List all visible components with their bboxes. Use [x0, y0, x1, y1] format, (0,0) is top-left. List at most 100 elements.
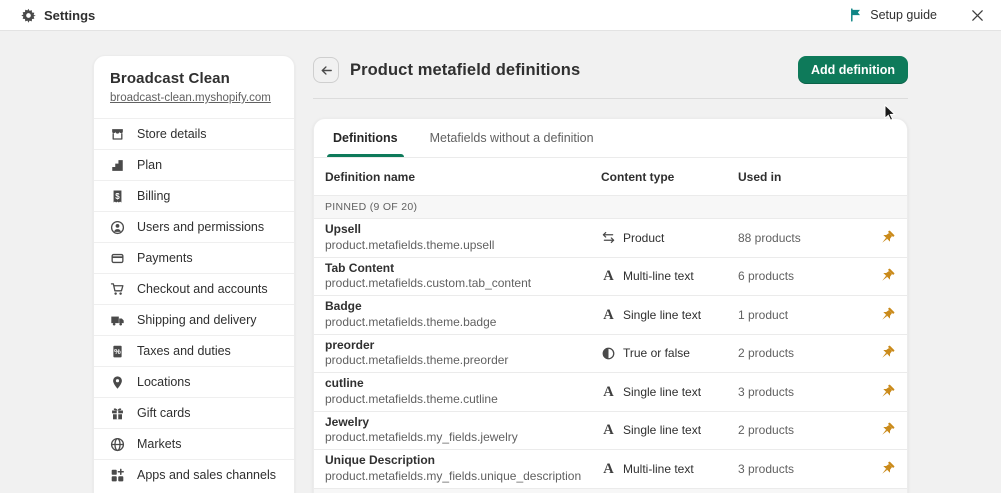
sidebar-item-plan[interactable]: Plan [94, 149, 294, 180]
sidebar-item-checkout-and-accounts[interactable]: Checkout and accounts [94, 273, 294, 304]
text-icon: A [601, 423, 616, 438]
tab-bar: Definitions Metafields without a definit… [314, 119, 907, 157]
pin-icon[interactable] [876, 457, 899, 480]
definition-path: product.metafields.my_fields.unique_desc… [325, 469, 601, 485]
pinned-section-label: PINNED (9 OF 20) [325, 201, 417, 213]
used-in-count: 3 products [738, 462, 859, 476]
store-name: Broadcast Clean [110, 70, 278, 87]
table-row[interactable]: preorder product.metafields.theme.preord… [314, 334, 907, 373]
sidebar-item-taxes-and-duties[interactable]: % Taxes and duties [94, 335, 294, 366]
top-bar: Settings Setup guide [0, 0, 1001, 31]
flag-icon [849, 8, 863, 22]
content-type-label: Single line text [623, 385, 701, 399]
content-type-label: Single line text [623, 308, 701, 322]
text-icon: A [601, 307, 616, 322]
store-domain-link[interactable]: broadcast-clean.myshopify.com [110, 92, 271, 104]
text-icon: A [601, 384, 616, 399]
setup-guide-button[interactable]: Setup guide [849, 8, 937, 22]
used-in-count: 3 products [738, 385, 859, 399]
locations-icon [110, 375, 125, 390]
content-type-label: True or false [623, 346, 690, 360]
content-type-label: Multi-line text [623, 269, 694, 283]
pin-icon[interactable] [876, 303, 899, 326]
storefront-icon [110, 127, 125, 142]
definition-path: product.metafields.theme.badge [325, 315, 601, 331]
main-content: Product metafield definitions Add defini… [313, 55, 908, 493]
page-title: Product metafield definitions [350, 61, 580, 80]
definition-name: Badge [325, 299, 601, 315]
column-used-in: Used in [738, 170, 859, 184]
text-icon: A [601, 269, 616, 284]
svg-text:$: $ [115, 191, 120, 200]
definition-path: product.metafields.theme.cutline [325, 392, 601, 408]
table-row[interactable]: cutline product.metafields.theme.cutline… [314, 372, 907, 411]
taxes-icon: % [110, 344, 125, 359]
sidebar-item-apps-and-sales-channels[interactable]: Apps and sales channels [94, 459, 294, 490]
pin-icon[interactable] [876, 419, 899, 442]
table-row[interactable]: Unique Description product.metafields.my… [314, 449, 907, 488]
header-divider [313, 98, 908, 99]
gift-cards-icon [110, 406, 125, 421]
pinned-section-header: PINNED (9 OF 20) [314, 195, 907, 218]
definition-name: Upsell [325, 222, 601, 238]
sidebar-item-payments[interactable]: Payments [94, 242, 294, 273]
gear-icon [21, 8, 36, 23]
plan-icon [110, 158, 125, 173]
markets-icon [110, 437, 125, 452]
table-row[interactable]: Jewelry product.metafields.my_fields.jew… [314, 411, 907, 450]
checkout-icon [110, 282, 125, 297]
users-icon [110, 220, 125, 235]
add-definition-button[interactable]: Add definition [798, 56, 908, 84]
tab-definitions[interactable]: Definitions [331, 119, 400, 157]
sidebar-item-store-details[interactable]: Store details [94, 118, 294, 149]
pin-icon[interactable] [876, 342, 899, 365]
table-row[interactable]: Badge product.metafields.theme.badge A S… [314, 295, 907, 334]
used-in-count: 6 products [738, 269, 859, 283]
store-header: Broadcast Clean broadcast-clean.myshopif… [94, 56, 294, 118]
sidebar-item-locations[interactable]: Locations [94, 366, 294, 397]
pin-icon[interactable] [876, 226, 899, 249]
table-row[interactable]: Tab Content product.metafields.custom.ta… [314, 257, 907, 296]
table-row[interactable]: Upsell product.metafields.theme.upsell P… [314, 218, 907, 257]
definition-name: preorder [325, 338, 601, 354]
sidebar-item-gift-cards[interactable]: Gift cards [94, 397, 294, 428]
table-header: Definition name Content type Used in [314, 157, 907, 195]
used-in-count: 2 products [738, 346, 859, 360]
used-in-count: 88 products [738, 231, 859, 245]
used-in-count: 1 product [738, 308, 859, 322]
setup-guide-label: Setup guide [870, 8, 937, 22]
definition-path: product.metafields.theme.upsell [325, 238, 601, 254]
definition-path: product.metafields.theme.preorder [325, 353, 601, 369]
column-content-type: Content type [601, 170, 738, 184]
shipping-icon [110, 313, 125, 328]
sidebar-nav: Store details Plan $ Billing Users and p… [94, 118, 294, 490]
close-button[interactable] [968, 6, 987, 25]
sidebar-item-markets[interactable]: Markets [94, 428, 294, 459]
reference-icon [601, 230, 616, 245]
content-type-label: Product [623, 231, 664, 245]
billing-icon: $ [110, 189, 125, 204]
definitions-table-body: Upsell product.metafields.theme.upsell P… [314, 218, 907, 488]
definition-name: cutline [325, 376, 601, 392]
sidebar-item-billing[interactable]: $ Billing [94, 180, 294, 211]
definition-name: Unique Description [325, 453, 601, 469]
column-definition-name: Definition name [325, 170, 601, 184]
back-button[interactable] [313, 57, 339, 83]
pin-icon[interactable] [876, 265, 899, 288]
definition-path: product.metafields.custom.tab_content [325, 276, 601, 292]
content-type-label: Single line text [623, 423, 701, 437]
settings-sidebar: Broadcast Clean broadcast-clean.myshopif… [93, 55, 295, 493]
used-in-count: 2 products [738, 423, 859, 437]
sidebar-item-users-and-permissions[interactable]: Users and permissions [94, 211, 294, 242]
next-section-sliver [314, 488, 907, 493]
pin-icon[interactable] [876, 380, 899, 403]
tab-metafields-without-definition[interactable]: Metafields without a definition [428, 119, 596, 157]
apps-icon [110, 468, 125, 483]
topbar-title: Settings [44, 8, 95, 23]
svg-text:%: % [114, 347, 121, 356]
content-type-label: Multi-line text [623, 462, 694, 476]
definition-name: Tab Content [325, 261, 601, 277]
sidebar-item-shipping-and-delivery[interactable]: Shipping and delivery [94, 304, 294, 335]
close-icon [970, 8, 985, 23]
definition-path: product.metafields.my_fields.jewelry [325, 430, 601, 446]
